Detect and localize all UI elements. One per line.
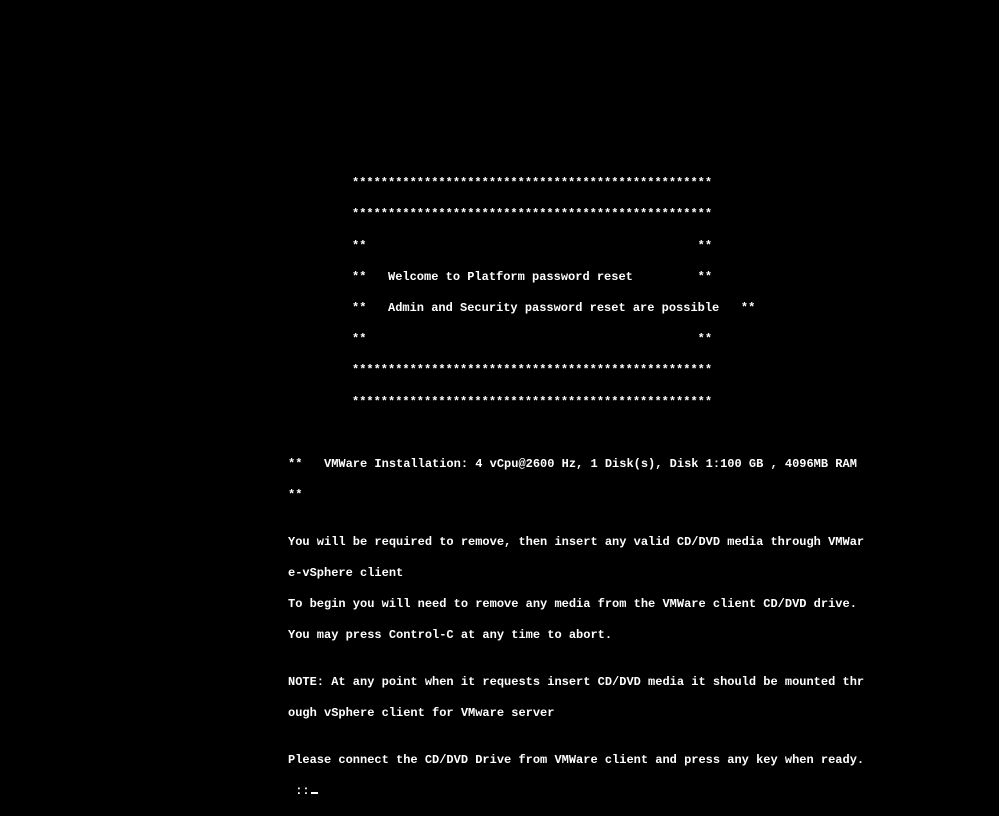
banner-border-top-2: ****************************************… [352,207,999,223]
instruction-line-3: To begin you will need to remove any med… [288,597,999,613]
banner-border-bottom-2: ****************************************… [352,395,999,411]
vmware-install-line: ** VMWare Installation: 4 vCpu@2600 Hz, … [288,457,999,473]
instruction-line-2: e-vSphere client [288,566,999,582]
prompt-dots: :: [288,784,310,798]
banner-admin-line: ** Admin and Security password reset are… [352,301,999,317]
banner-welcome-line: ** Welcome to Platform password reset ** [352,270,999,286]
asterisks-line: ** [288,488,999,504]
terminal-console[interactable]: ****************************************… [0,0,999,816]
banner-empty-1: ** ** [352,239,999,255]
note-line-2: ough vSphere client for VMware server [288,706,999,722]
banner-border-bottom-1: ****************************************… [352,363,999,379]
instruction-line-1: You will be required to remove, then ins… [288,535,999,551]
banner-block: ****************************************… [288,161,999,426]
banner-border-top-1: ****************************************… [352,176,999,192]
instruction-line-4: You may press Control-C at any time to a… [288,628,999,644]
prompt-line: Please connect the CD/DVD Drive from VMW… [288,753,999,769]
cursor-line: :: [288,784,999,800]
banner-empty-2: ** ** [352,332,999,348]
cursor-icon [311,792,318,794]
note-line-1: NOTE: At any point when it requests inse… [288,675,999,691]
